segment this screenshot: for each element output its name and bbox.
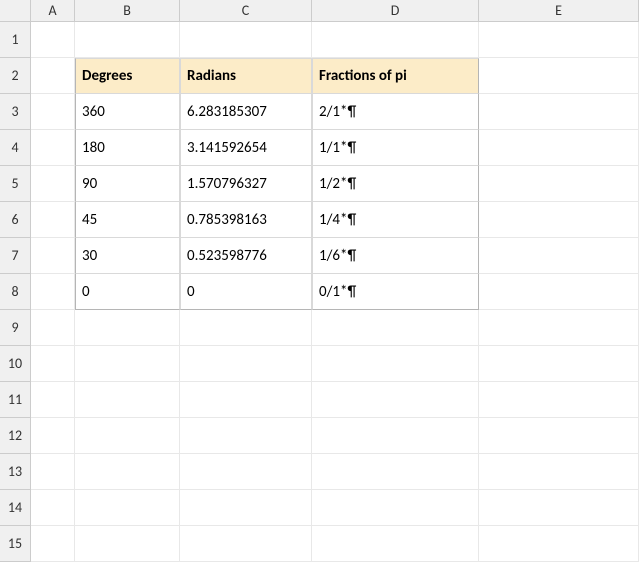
cell[interactable] bbox=[479, 238, 639, 274]
table-header-degrees[interactable]: Degrees bbox=[75, 58, 180, 94]
row-header[interactable]: 6 bbox=[0, 202, 31, 238]
row-header[interactable]: 3 bbox=[0, 94, 31, 130]
cell[interactable] bbox=[180, 490, 312, 526]
cell[interactable] bbox=[180, 310, 312, 346]
row-header[interactable]: 8 bbox=[0, 274, 31, 310]
cell[interactable] bbox=[31, 526, 75, 562]
cell[interactable] bbox=[312, 454, 479, 490]
table-header-radians[interactable]: Radians bbox=[180, 58, 312, 94]
table-cell[interactable]: 2/1*¶ bbox=[312, 94, 479, 130]
row-header[interactable]: 5 bbox=[0, 166, 31, 202]
cell[interactable] bbox=[479, 202, 639, 238]
row-header[interactable]: 12 bbox=[0, 418, 31, 454]
cell[interactable] bbox=[31, 490, 75, 526]
row-header[interactable]: 15 bbox=[0, 526, 31, 562]
cell[interactable] bbox=[312, 346, 479, 382]
table-cell[interactable]: 0/1*¶ bbox=[312, 274, 479, 310]
cell[interactable] bbox=[180, 22, 312, 58]
cell[interactable] bbox=[479, 490, 639, 526]
table-cell[interactable]: 30 bbox=[75, 238, 180, 274]
cell[interactable] bbox=[75, 382, 180, 418]
cell[interactable] bbox=[31, 274, 75, 310]
cell[interactable] bbox=[31, 166, 75, 202]
cell[interactable] bbox=[180, 382, 312, 418]
table-cell[interactable]: 6.283185307 bbox=[180, 94, 312, 130]
cell[interactable] bbox=[75, 526, 180, 562]
cell[interactable] bbox=[312, 22, 479, 58]
table-cell[interactable]: 360 bbox=[75, 94, 180, 130]
table-cell[interactable]: 1/1*¶ bbox=[312, 130, 479, 166]
col-header-E[interactable]: E bbox=[479, 0, 639, 22]
cell[interactable] bbox=[31, 310, 75, 346]
cell[interactable] bbox=[180, 454, 312, 490]
table-cell[interactable]: 90 bbox=[75, 166, 180, 202]
row-header[interactable]: 13 bbox=[0, 454, 31, 490]
table-cell[interactable]: 1.570796327 bbox=[180, 166, 312, 202]
table-header-fractions[interactable]: Fractions of pi bbox=[312, 58, 479, 94]
cell[interactable] bbox=[479, 346, 639, 382]
cell[interactable] bbox=[312, 382, 479, 418]
cell[interactable] bbox=[75, 418, 180, 454]
cell[interactable] bbox=[479, 310, 639, 346]
cell[interactable] bbox=[479, 58, 639, 94]
cell[interactable] bbox=[31, 346, 75, 382]
col-header-B[interactable]: B bbox=[75, 0, 180, 22]
cell[interactable] bbox=[479, 22, 639, 58]
table-cell[interactable]: 0.523598776 bbox=[180, 238, 312, 274]
col-header-D[interactable]: D bbox=[312, 0, 479, 22]
cell[interactable] bbox=[479, 418, 639, 454]
cell[interactable] bbox=[31, 130, 75, 166]
cell[interactable] bbox=[31, 58, 75, 94]
cell[interactable] bbox=[479, 166, 639, 202]
cell[interactable] bbox=[479, 382, 639, 418]
table-cell[interactable]: 1/6*¶ bbox=[312, 238, 479, 274]
row-header[interactable]: 14 bbox=[0, 490, 31, 526]
table-cell[interactable]: 0 bbox=[180, 274, 312, 310]
table-cell[interactable]: 0 bbox=[75, 274, 180, 310]
cell[interactable] bbox=[75, 454, 180, 490]
col-header-C[interactable]: C bbox=[180, 0, 312, 22]
cell[interactable] bbox=[31, 94, 75, 130]
cell[interactable] bbox=[75, 310, 180, 346]
table-cell[interactable]: 180 bbox=[75, 130, 180, 166]
table-cell[interactable]: 1/4*¶ bbox=[312, 202, 479, 238]
table-cell[interactable]: 0.785398163 bbox=[180, 202, 312, 238]
cell[interactable] bbox=[180, 418, 312, 454]
cell[interactable] bbox=[479, 94, 639, 130]
cell[interactable] bbox=[75, 490, 180, 526]
cell[interactable] bbox=[75, 346, 180, 382]
cell[interactable] bbox=[180, 346, 312, 382]
cell[interactable] bbox=[479, 526, 639, 562]
row-header[interactable]: 4 bbox=[0, 130, 31, 166]
table-cell[interactable]: 3.141592654 bbox=[180, 130, 312, 166]
cell[interactable] bbox=[312, 526, 479, 562]
cell[interactable] bbox=[31, 238, 75, 274]
cell[interactable] bbox=[479, 454, 639, 490]
cell[interactable] bbox=[31, 382, 75, 418]
row-header[interactable]: 2 bbox=[0, 58, 31, 94]
table-cell[interactable]: 1/2*¶ bbox=[312, 166, 479, 202]
cell[interactable] bbox=[312, 418, 479, 454]
cell[interactable] bbox=[31, 22, 75, 58]
col-header-A[interactable]: A bbox=[31, 0, 75, 22]
table-cell[interactable]: 45 bbox=[75, 202, 180, 238]
cell[interactable] bbox=[312, 490, 479, 526]
row-header[interactable]: 9 bbox=[0, 310, 31, 346]
row-header[interactable]: 11 bbox=[0, 382, 31, 418]
cell[interactable] bbox=[31, 418, 75, 454]
row-header[interactable]: 7 bbox=[0, 238, 31, 274]
row-header[interactable]: 10 bbox=[0, 346, 31, 382]
spreadsheet-grid[interactable]: A B C D E 1 2 Degrees Radians Fractions … bbox=[0, 0, 640, 562]
cell[interactable] bbox=[479, 274, 639, 310]
cell[interactable] bbox=[180, 526, 312, 562]
cell[interactable] bbox=[31, 454, 75, 490]
cell[interactable] bbox=[75, 22, 180, 58]
cell[interactable] bbox=[479, 130, 639, 166]
select-all-corner[interactable] bbox=[0, 0, 31, 22]
cell[interactable] bbox=[312, 310, 479, 346]
cell[interactable] bbox=[31, 202, 75, 238]
row-header[interactable]: 1 bbox=[0, 22, 31, 58]
